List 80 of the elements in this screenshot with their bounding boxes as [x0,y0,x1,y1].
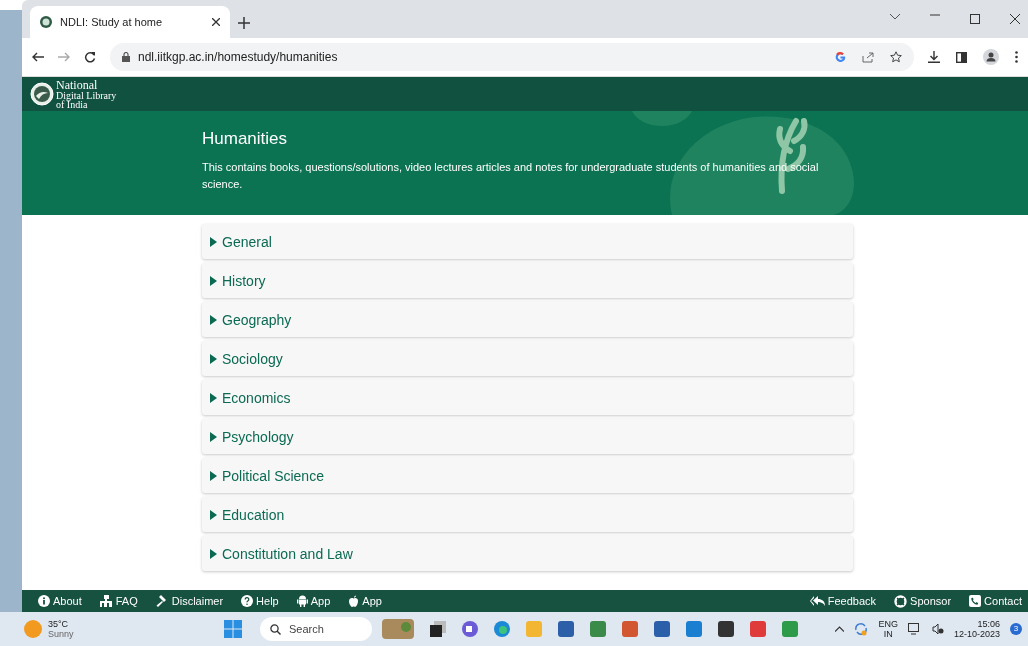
weather-condition: Sunny [48,629,74,639]
page-description: This contains books, questions/solutions, video lectures articles and notes for undergraduate students of humanities and social science. [202,160,820,192]
phone-icon [969,595,982,607]
footer-link[interactable]: Disclaimer [155,595,224,607]
logo-text: National [56,79,99,91]
share-icon[interactable] [862,51,874,63]
weather-temperature: 35°C [48,619,70,629]
widget-thumbnail-icon[interactable] [382,619,414,639]
google-g-icon[interactable] [835,51,846,63]
back-icon[interactable] [32,52,44,62]
android-icon [296,595,308,607]
sitemap-icon [99,595,113,607]
search-placeholder: Search [289,623,324,635]
accordion-header[interactable]: Economics [202,380,853,415]
caret-icon [210,275,217,286]
accordion-header[interactable]: General [202,224,853,259]
caret-icon [210,392,217,403]
gavel-icon [155,595,169,607]
footer-link[interactable]: Help [241,595,279,607]
download-icon[interactable] [928,51,940,63]
footer-link[interactable]: Sponsor [894,594,952,608]
clock-time: 15:06 [977,619,1000,629]
footer-link[interactable]: FAQ [99,595,138,607]
page-title: Humanities [202,129,289,149]
taskbar-search-field[interactable]: Search [260,617,372,641]
chevron-up-icon[interactable] [835,626,845,632]
accordion-header[interactable]: Education [202,497,853,532]
browser-tab[interactable]: NDLI: Study at home [30,6,230,38]
tab-title: NDLI: Study at home [60,16,164,28]
caret-icon [210,431,217,442]
footer-link[interactable]: Feedback [809,595,877,607]
accordion-header[interactable]: Geography [202,302,853,337]
url-text: ndl.iitkgp.ac.in/homestudy/humanities [138,50,339,64]
site-favicon-icon [40,16,52,28]
close-tab-icon[interactable] [212,18,220,26]
profile-avatar-icon[interactable] [983,49,999,65]
search-icon [270,623,281,635]
logo-text: Digital Library [56,90,117,100]
accordion-header[interactable]: Constitution and Law [202,536,853,571]
accordion-header[interactable]: Psychology [202,419,853,454]
chat-icon[interactable] [462,621,478,637]
footer-link[interactable]: App [348,595,382,607]
tab-search-chevron-icon[interactable] [890,14,900,20]
caret-icon [210,548,217,559]
caret-icon [210,509,217,520]
reload-icon[interactable] [84,51,96,63]
reply-all-icon [809,595,825,607]
speaker-muted-icon[interactable] [931,623,944,635]
menu-icon[interactable] [1015,51,1018,63]
apple-icon [348,595,360,607]
start-icon[interactable] [224,620,242,638]
caret-icon [210,353,217,364]
address-bar[interactable]: ndl.iitkgp.ac.in/homestudy/humanities [110,43,914,71]
side-panel-icon[interactable] [956,51,967,63]
language-indicator[interactable]: ENG IN [878,619,898,639]
lock-icon [122,52,130,62]
lifebuoy-icon [894,594,908,608]
caret-icon [210,470,217,481]
help-icon [241,595,254,607]
footer-link[interactable]: Contact [969,595,1022,607]
notification-badge[interactable]: 3 [1010,623,1022,635]
footer-link[interactable]: About [38,595,82,607]
edge-browser-icon[interactable] [494,621,510,637]
accordion-header[interactable]: Political Science [202,458,853,493]
task-view-icon[interactable] [430,621,446,637]
accordion-header[interactable]: History [202,263,853,298]
terminal-icon[interactable] [718,621,734,637]
footer-link[interactable]: App [296,595,331,607]
ndli-logo-icon[interactable] [30,82,54,106]
sync-icon[interactable] [854,622,869,636]
caret-icon [210,314,217,325]
close-window-icon[interactable] [1010,14,1020,24]
network-icon[interactable] [907,623,922,635]
bookmark-star-icon[interactable] [890,51,902,63]
info-icon [38,595,50,607]
clock-date: 12-10-2023 [953,629,1000,639]
caret-icon [210,236,217,247]
maximize-icon[interactable] [970,14,980,24]
new-tab-icon[interactable] [238,17,250,29]
accordion-header[interactable]: Sociology [202,341,853,376]
